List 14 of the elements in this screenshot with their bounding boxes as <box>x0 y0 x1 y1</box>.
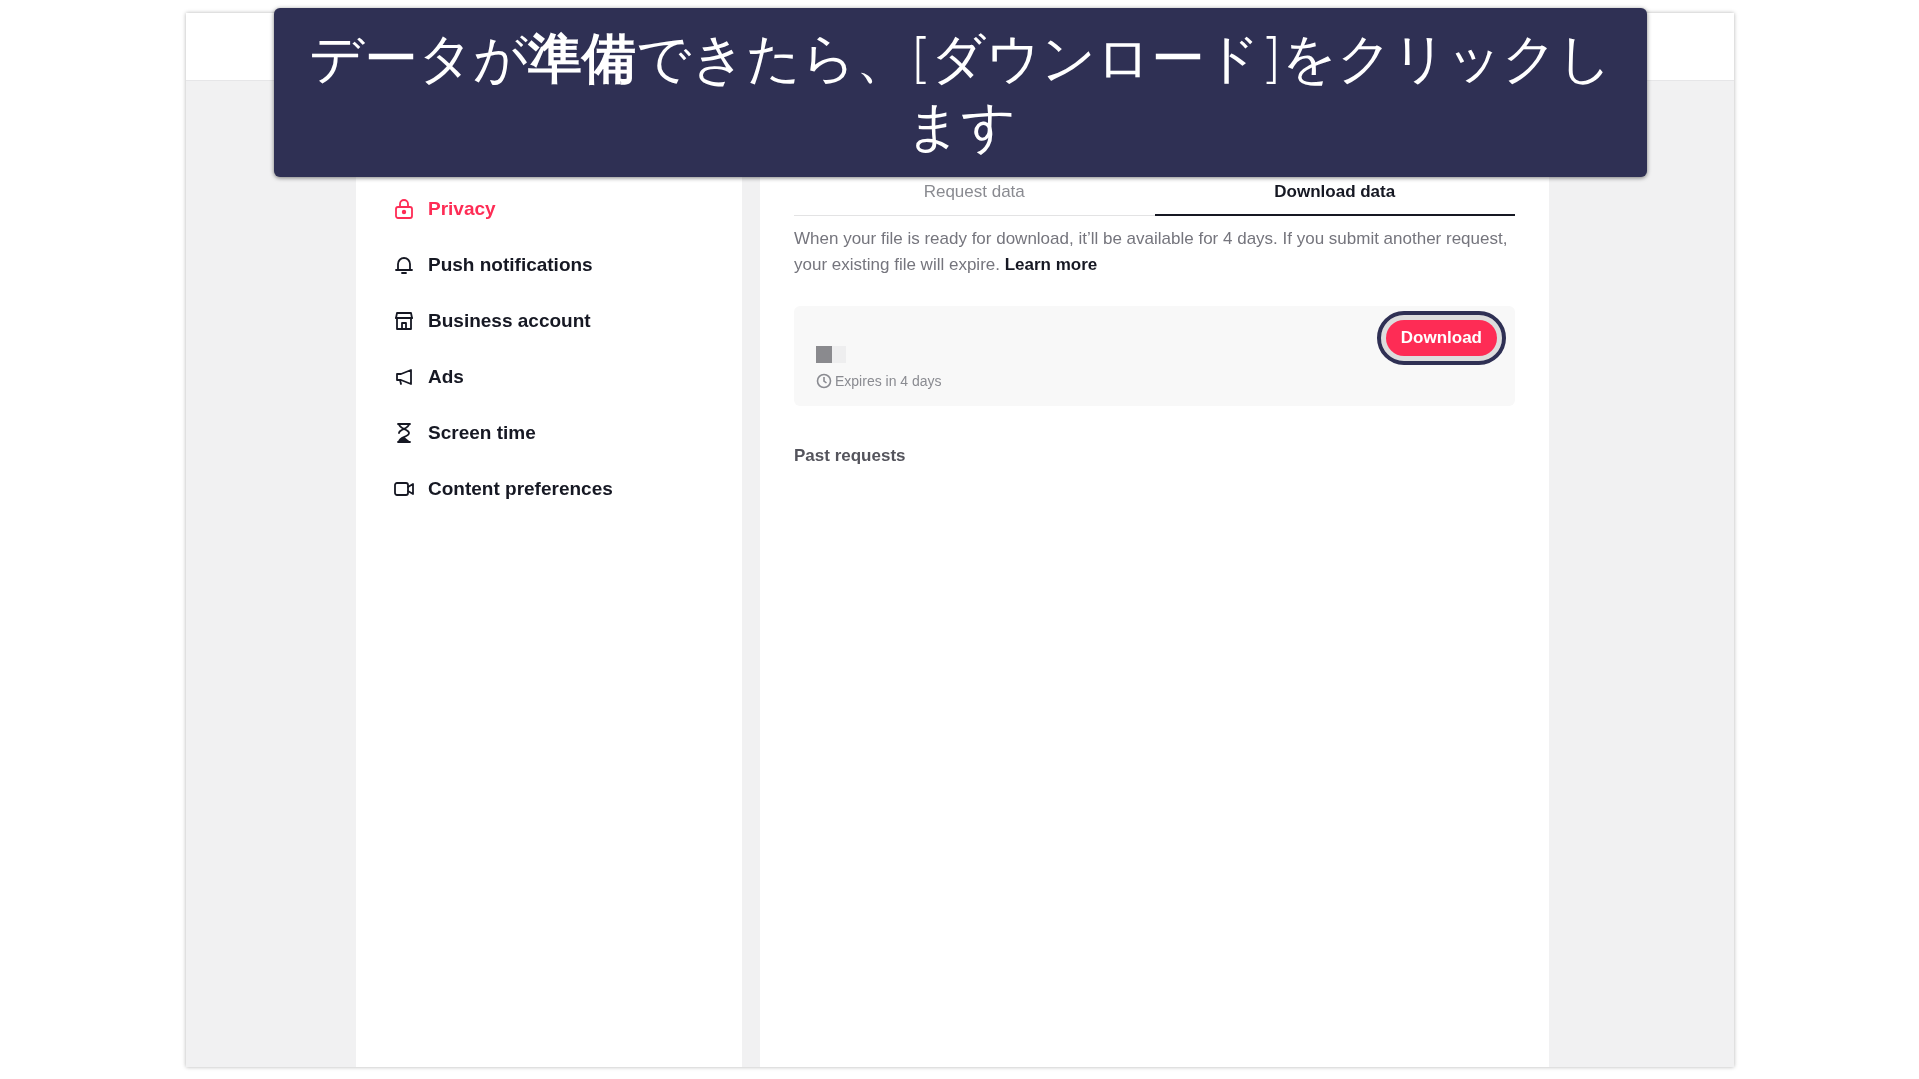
learn-more-link[interactable]: Learn more <box>1004 255 1098 274</box>
expiry-text: Expires in 4 days <box>835 373 942 389</box>
sidebar-item[interactable]: Content preferences <box>356 461 742 517</box>
sidebar-item[interactable]: Push notifications <box>356 237 742 293</box>
sidebar-item[interactable]: Business account <box>356 293 742 349</box>
lock-icon <box>392 197 416 221</box>
sidebar-item[interactable]: Screen time <box>356 405 742 461</box>
sidebar-item[interactable]: Ads <box>356 349 742 405</box>
clock-icon <box>816 373 832 389</box>
sidebar-item[interactable]: Privacy <box>356 181 742 237</box>
caption-banner: データが準備できたら、[ダウンロード]をクリックします <box>274 8 1647 177</box>
shop-icon <box>392 309 416 333</box>
section-heading: Past requests <box>794 446 907 466</box>
description-text: When your file is ready for download, it’ll be available for 4 days. If you submit another request, your existing file will expire. Learn more <box>794 228 1509 276</box>
